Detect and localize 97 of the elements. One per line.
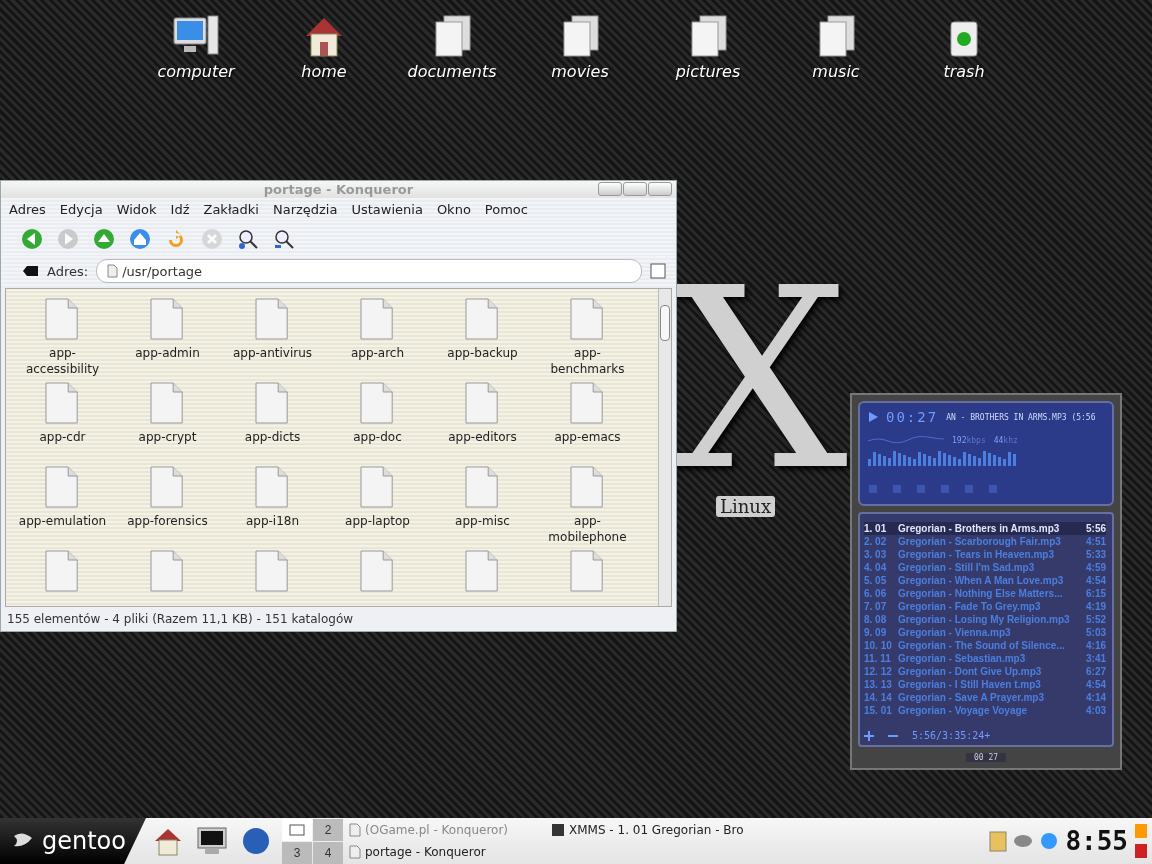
- clock: 8:55: [1065, 826, 1128, 856]
- folder-name[interactable]: app-misc: [455, 513, 510, 530]
- terminal-icon: [197, 827, 227, 855]
- desktop-switcher[interactable]: 3: [282, 841, 312, 864]
- sample-rate: 44: [993, 436, 1004, 445]
- desktop-icon-label[interactable]: movies: [551, 62, 609, 81]
- folder-icon: [149, 381, 186, 425]
- folder-icon: [254, 465, 291, 509]
- folder-icon: [569, 381, 606, 425]
- folder-name[interactable]: app-backup: [447, 345, 518, 362]
- folder-icon: [569, 297, 606, 341]
- desktop-icon-label[interactable]: documents: [407, 62, 497, 81]
- folder-name[interactable]: app-antivirus: [232, 345, 313, 362]
- song-title: AN - BROTHERS IN ARMS.MP3 (5:56: [946, 412, 1096, 422]
- folder-name[interactable]: app-laptop: [345, 513, 410, 530]
- player-icon: [551, 823, 565, 837]
- house-icon: [153, 826, 183, 856]
- task-button[interactable]: portage - Konqueror: [347, 841, 547, 863]
- bitrate: 192: [952, 436, 967, 445]
- folder-name[interactable]: app- mobilephone: [548, 513, 627, 546]
- folder-name[interactable]: app-dicts: [244, 429, 301, 446]
- task-button[interactable]: XMMS - 1. 01 Gregorian - Bro: [549, 819, 749, 841]
- mini-time: 00 27: [965, 753, 1007, 762]
- folder-icon: [254, 297, 291, 341]
- elapsed-time: 00:27: [886, 409, 939, 425]
- menu-item[interactable]: Ustawienia: [351, 202, 423, 217]
- folder-icon: [464, 297, 501, 341]
- logo-letter: X: [670, 280, 848, 480]
- folder-icon: [149, 465, 186, 509]
- desktop-icon-label[interactable]: trash: [943, 62, 985, 81]
- folder-name[interactable]: app-forensics: [127, 513, 208, 530]
- close-button[interactable]: [648, 182, 672, 196]
- folder-icon: [44, 465, 81, 509]
- sample-rate-unit: khz: [1003, 436, 1018, 445]
- folder-name[interactable]: app-doc: [353, 429, 402, 446]
- desktop-icon-label[interactable]: computer: [157, 62, 235, 81]
- status-text: 155 elementów - 4 pliki (Razem 11,1 KB) - 151 katalogów: [6, 611, 355, 628]
- folder-name[interactable]: app-cdr: [39, 429, 86, 446]
- document-icon: [107, 264, 119, 278]
- folder-icon: [569, 465, 606, 509]
- document-icon: [349, 823, 361, 837]
- menu-item[interactable]: Widok: [116, 202, 157, 217]
- menu-item[interactable]: Pomoc: [484, 202, 528, 217]
- document-icon: [349, 845, 361, 859]
- computer-icon: [172, 14, 220, 58]
- scrollbar[interactable]: [658, 289, 671, 606]
- folder-icon: [254, 381, 291, 425]
- desktop-switcher[interactable]: 2: [313, 818, 343, 841]
- folder-icon: [464, 465, 501, 509]
- playlist-total-time: 5:56/3:35:24+: [912, 730, 991, 741]
- minimize-button[interactable]: [598, 182, 622, 196]
- logo-caption: Linux: [716, 496, 776, 517]
- folder-icon: [359, 381, 396, 425]
- menu-item[interactable]: Idź: [170, 202, 190, 217]
- mini-window-icon: [289, 823, 305, 836]
- folder-name[interactable]: app-i18n: [245, 513, 300, 530]
- folder-name[interactable]: app-arch: [350, 345, 405, 362]
- disc-icon: [1013, 834, 1034, 848]
- active-desktop[interactable]: [282, 818, 312, 841]
- house-icon[interactable]: [127, 226, 152, 251]
- bitrate-unit: kbps: [966, 436, 986, 445]
- desktop-icon-label[interactable]: home: [301, 62, 347, 81]
- start-button[interactable]: gentoo: [0, 818, 146, 864]
- menu-item[interactable]: Okno: [436, 202, 471, 217]
- desktop-icon-label[interactable]: pictures: [675, 62, 741, 81]
- folder-icon: [149, 297, 186, 341]
- folder-icon: [149, 549, 186, 593]
- menu-item[interactable]: Zakładki: [203, 202, 259, 217]
- address-field[interactable]: /usr/portage: [96, 259, 642, 283]
- add-icon: [864, 730, 874, 741]
- desktop-icon-label[interactable]: music: [812, 62, 860, 81]
- folder-icon: [44, 297, 81, 341]
- window-title: portage - Konqueror: [263, 182, 414, 197]
- folder-icon: [359, 465, 396, 509]
- menu-item[interactable]: Adres: [9, 202, 46, 217]
- folder-name[interactable]: app-crypt: [138, 429, 197, 446]
- clear-field-icon: [23, 265, 39, 277]
- folder-name[interactable]: app-emacs: [554, 429, 621, 446]
- folder-icon: [359, 297, 396, 341]
- folder-icon: [464, 381, 501, 425]
- folder-icon: [359, 549, 396, 593]
- playlist-row[interactable]: 1. 01 Gregorian - Brothers in Arms.mp3 5:56: [864, 522, 1106, 535]
- address-label: Adres:: [47, 263, 89, 279]
- folder-name[interactable]: app- accessibility: [25, 345, 100, 378]
- folder-name[interactable]: app-emulation: [18, 513, 107, 530]
- folder-name[interactable]: app- benchmarks: [550, 345, 625, 378]
- desktop-switcher[interactable]: 4: [313, 841, 343, 864]
- folder-icon: [44, 549, 81, 593]
- folder-name[interactable]: app-editors: [448, 429, 517, 446]
- menu-item[interactable]: Edycja: [59, 202, 103, 217]
- folder-icon: [254, 549, 291, 593]
- menu-item[interactable]: Narzędzia: [272, 202, 338, 217]
- maximize-button[interactable]: [623, 182, 647, 196]
- folder-icon: [44, 381, 81, 425]
- folder-icon: [464, 549, 501, 593]
- folder-name[interactable]: app-admin: [135, 345, 200, 362]
- folder-icon: [569, 549, 606, 593]
